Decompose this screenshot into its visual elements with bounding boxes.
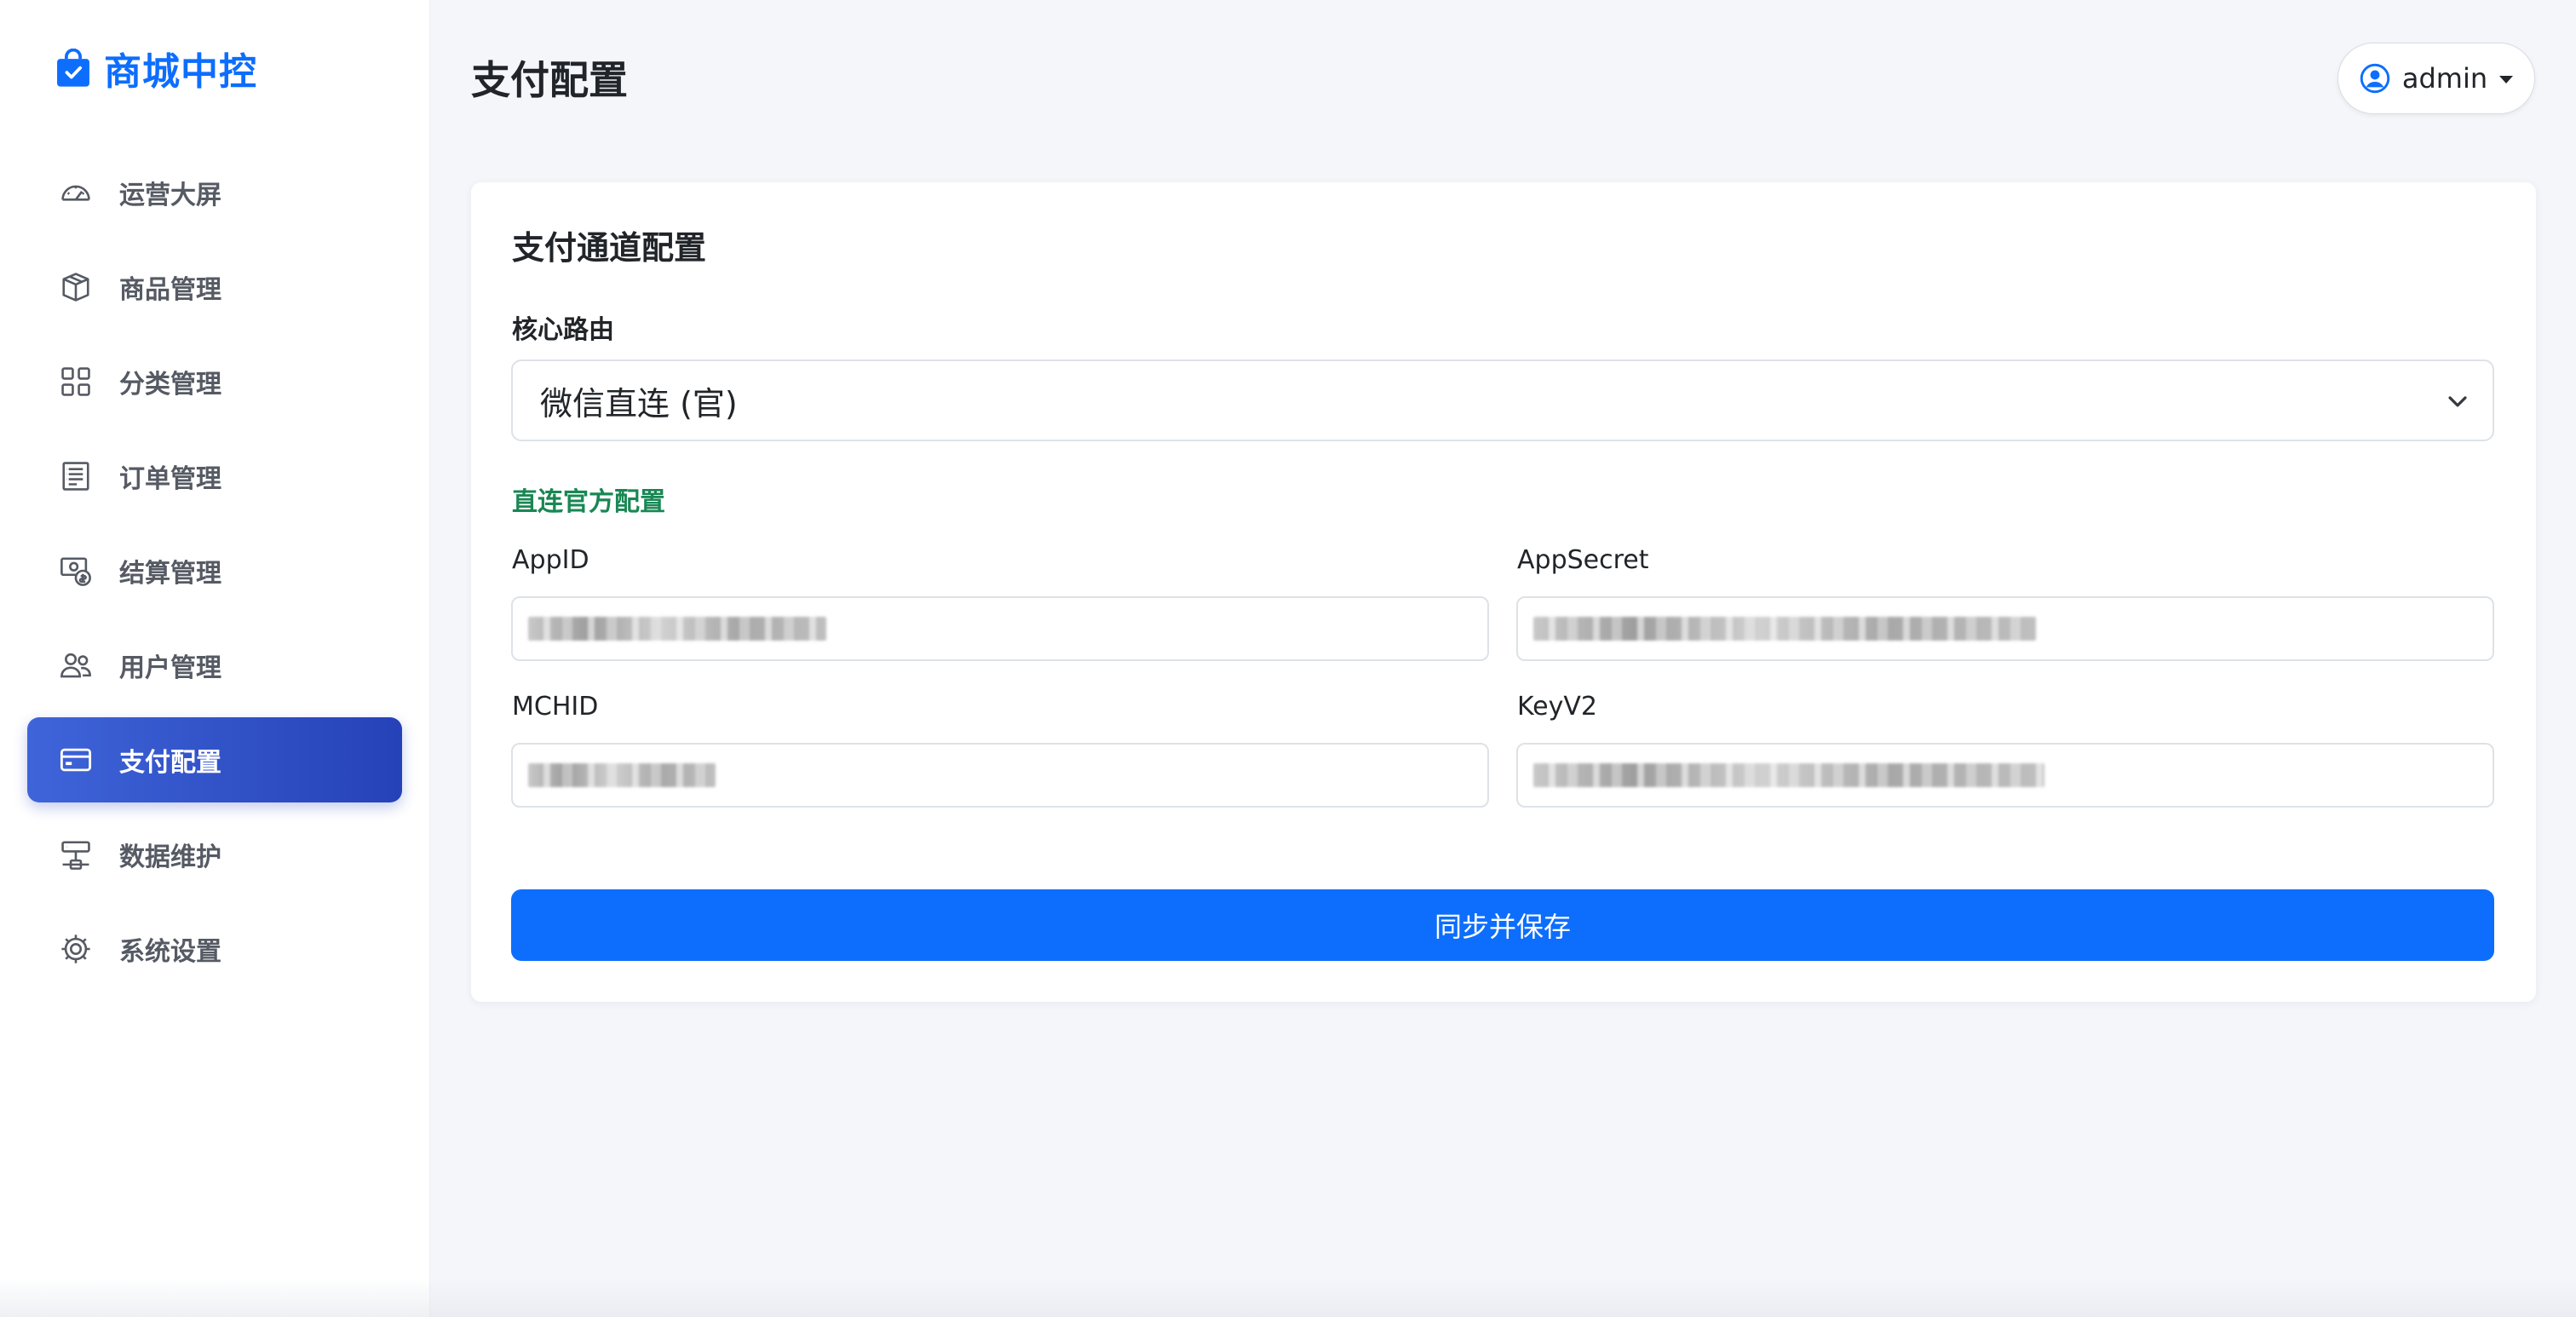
sidebar-item-dashboard[interactable]: 运营大屏: [27, 150, 402, 235]
brand-name: 商城中控: [104, 50, 257, 94]
keyv2-input[interactable]: [1516, 743, 2494, 808]
route-label: 核心路由: [512, 315, 614, 345]
sync-save-button[interactable]: 同步并保存: [511, 889, 2494, 961]
sidebar-item-payment-config[interactable]: 支付配置: [27, 717, 402, 802]
route-select[interactable]: 微信直连 (官): [511, 359, 2494, 441]
sidebar-item-data-maintenance[interactable]: 数据维护: [27, 812, 402, 897]
appid-input[interactable]: [511, 596, 1489, 661]
masked-value: [1533, 617, 2036, 641]
user-name: admin: [2401, 62, 2488, 95]
masked-value: [528, 617, 826, 641]
appsecret-label: AppSecret: [1517, 545, 1649, 575]
sidebar-item-orders[interactable]: 订单管理: [27, 434, 402, 519]
sidebar-item-label: 支付配置: [119, 748, 221, 778]
grid-icon: [60, 365, 92, 398]
mchid-label: MCHID: [512, 692, 599, 722]
people-icon: [60, 649, 92, 682]
page-title: 支付配置: [471, 57, 628, 103]
receipt-icon: [60, 460, 92, 492]
sidebar-item-label: 运营大屏: [119, 181, 221, 210]
sidebar-nav: 运营大屏 商品管理 分类管理 订单管理 结算管理 用户管理 支付配置 数据维护 …: [27, 150, 402, 1001]
card-title: 支付通道配置: [512, 229, 707, 267]
masked-value: [1533, 763, 2044, 787]
sidebar-item-label: 系统设置: [119, 937, 221, 967]
person-circle-icon: [2360, 63, 2390, 94]
sidebar-item-users[interactable]: 用户管理: [27, 623, 402, 708]
speedometer-icon: [60, 176, 92, 209]
appid-label: AppID: [512, 545, 589, 575]
sidebar: 商城中控 运营大屏 商品管理 分类管理 订单管理 结算管理 用户管理 支付配置 …: [0, 0, 430, 1317]
sidebar-item-label: 结算管理: [119, 559, 221, 589]
sidebar-item-products[interactable]: 商品管理: [27, 244, 402, 330]
user-menu-button[interactable]: admin: [2337, 43, 2535, 114]
caret-down-icon: [2499, 75, 2514, 83]
sidebar-item-label: 商品管理: [119, 275, 221, 305]
sidebar-item-settlement[interactable]: 结算管理: [27, 528, 402, 613]
sidebar-item-label: 分类管理: [119, 370, 221, 400]
cash-coin-icon: [60, 555, 92, 587]
shopping-bag-check-icon: [57, 49, 89, 87]
sidebar-item-categories[interactable]: 分类管理: [27, 339, 402, 424]
sidebar-item-label: 数据维护: [119, 843, 221, 872]
keyv2-label: KeyV2: [1517, 692, 1597, 722]
section-title: 直连官方配置: [512, 487, 665, 517]
route-selected-value: 微信直连 (官): [540, 384, 738, 423]
brand-logo[interactable]: 商城中控: [55, 43, 257, 94]
masked-value: [528, 763, 716, 787]
sidebar-item-label: 订单管理: [119, 464, 221, 494]
chevron-down-icon: [2448, 396, 2467, 407]
credit-card-icon: [60, 744, 92, 776]
gear-icon: [60, 933, 92, 965]
box-icon: [60, 271, 92, 303]
payment-channel-card: 支付通道配置 核心路由 微信直连 (官) 直连官方配置 AppID AppSec…: [471, 182, 2536, 1002]
mchid-input[interactable]: [511, 743, 1489, 808]
appsecret-input[interactable]: [1516, 596, 2494, 661]
sidebar-item-system-settings[interactable]: 系统设置: [27, 906, 402, 992]
server-icon: [60, 838, 92, 871]
sidebar-item-label: 用户管理: [119, 653, 221, 683]
